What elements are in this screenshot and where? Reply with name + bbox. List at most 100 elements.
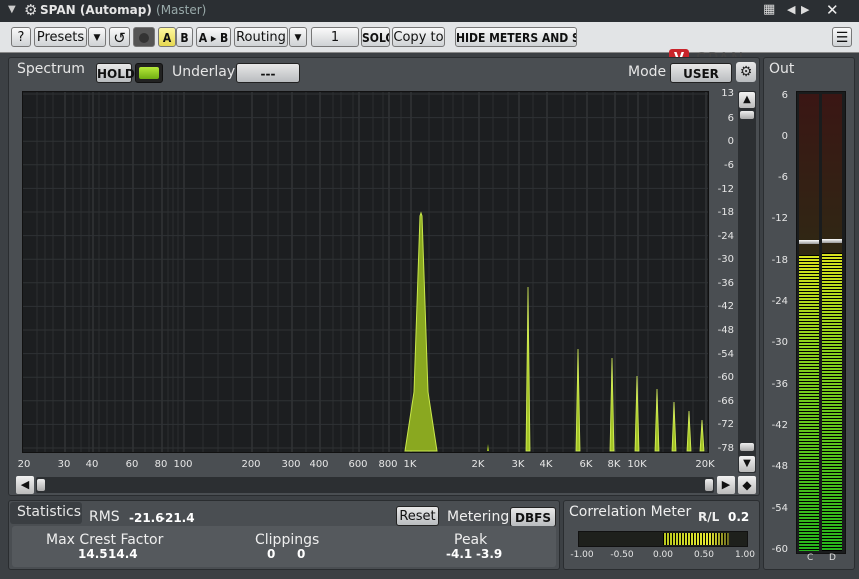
vertical-scrollbar[interactable]: ▲ ▼ (738, 91, 756, 473)
underlay-label: Underlay (172, 64, 236, 80)
horizontal-scroll-handle-right[interactable] (705, 479, 713, 491)
spectrum-peak-fundamental (404, 211, 438, 452)
grid-icon[interactable]: ▦ (763, 2, 775, 17)
out-tick-label: -18 (771, 255, 788, 266)
presets-dropdown[interactable]: ▼ (88, 27, 106, 47)
vertical-scroll-handle-bottom[interactable] (740, 443, 754, 451)
correlation-meter (578, 531, 748, 547)
out-channel-d: D (829, 553, 836, 563)
correlation-label: Correlation Meter (569, 504, 692, 520)
spectrum-settings-icon[interactable]: ⚙ (736, 62, 756, 82)
freq-tick-label: 2K (471, 459, 485, 470)
db-tick-label: 6 (727, 113, 734, 124)
correlation-tick-label: 0.50 (693, 550, 715, 560)
out-label: Out (769, 61, 795, 77)
window-title: SPAN (Automap) (Master) (40, 3, 206, 17)
underlay-selector[interactable]: --- (236, 63, 300, 83)
track-name: (Master) (156, 3, 207, 17)
close-icon[interactable]: ✕ (826, 1, 839, 19)
metering-selector[interactable]: DBFS (510, 507, 556, 527)
reset-button[interactable]: Reset (396, 506, 439, 526)
scroll-left-button[interactable]: ◀ (16, 476, 34, 494)
output-meter (796, 91, 846, 554)
db-tick-label: -36 (717, 278, 734, 289)
db-tick-label: -18 (717, 207, 734, 218)
freq-tick-label: 1K (403, 459, 417, 470)
correlation-fill (663, 533, 729, 545)
freq-tick-label: 100 (173, 459, 193, 470)
correlation-value: 0.2 (728, 510, 750, 524)
crest-factor-label: Max Crest Factor (46, 532, 164, 548)
db-tick-label: -48 (717, 325, 734, 336)
scroll-down-button[interactable]: ▼ (739, 456, 755, 472)
peak-left-value: -4.1 (446, 547, 473, 561)
mode-selector[interactable]: USER (670, 63, 732, 83)
spectrum-label: Spectrum (17, 61, 85, 77)
horizontal-scroll-handle-left[interactable] (37, 479, 45, 491)
db-tick-label: 0 (727, 136, 734, 147)
out-tick-label: -54 (771, 503, 788, 514)
clippings-label: Clippings (255, 532, 320, 548)
bypass-button[interactable] (133, 27, 155, 47)
freq-tick-label: 20 (17, 459, 31, 470)
hide-meters-button[interactable]: HIDE METERS AND STATS (455, 27, 577, 47)
channel-selector[interactable]: 1 (311, 27, 359, 47)
routing-button[interactable]: Routing (234, 27, 288, 47)
out-tick-label: -42 (771, 420, 788, 431)
scroll-up-button[interactable]: ▲ (739, 92, 755, 108)
horizontal-scrollbar[interactable] (36, 477, 714, 493)
b-button[interactable]: B (176, 27, 193, 47)
db-tick-label: -24 (717, 231, 734, 242)
db-tick-label: -42 (717, 301, 734, 312)
spectrum-graph[interactable] (22, 91, 709, 453)
db-tick-label: -78 (717, 443, 734, 454)
menu-icon[interactable]: ☰ (832, 27, 852, 47)
plugin-name: SPAN (Automap) (40, 3, 152, 17)
db-tick-label: -6 (724, 160, 734, 171)
out-tick-label: 6 (781, 90, 788, 101)
hold-indicator[interactable] (135, 63, 163, 83)
out-tick-label: -36 (771, 379, 788, 390)
prev-arrow-icon[interactable]: ◀ (787, 3, 795, 16)
scroll-right-button[interactable]: ▶ (717, 476, 735, 494)
peak-label: Peak (454, 532, 488, 548)
freq-tick-label: 60 (125, 459, 139, 470)
meter-peak-hold-left (799, 240, 819, 244)
gear-icon[interactable]: ⚙ (24, 1, 37, 19)
out-tick-label: -24 (771, 296, 788, 307)
a-button[interactable]: A (158, 27, 176, 47)
out-tick-label: 0 (781, 131, 788, 142)
correlation-mode[interactable]: R/L (698, 510, 719, 524)
routing-dropdown[interactable]: ▼ (289, 27, 307, 47)
hold-button[interactable]: HOLD (96, 63, 135, 83)
freq-tick-label: 600 (348, 459, 368, 470)
db-tick-label: -30 (717, 254, 734, 265)
freq-tick-label: 400 (309, 459, 329, 470)
reset-icon[interactable]: ↺ (109, 27, 130, 47)
vertical-scroll-handle-top[interactable] (740, 111, 754, 119)
out-tick-label: -48 (771, 461, 788, 472)
zoom-fit-button[interactable]: ◆ (738, 476, 756, 494)
freq-tick-label: 40 (85, 459, 99, 470)
next-arrow-icon[interactable]: ▶ (801, 3, 809, 16)
clip-right-value: 0 (297, 547, 306, 561)
meter-level-left (799, 255, 819, 551)
out-tick-label: -6 (778, 172, 788, 183)
statistics-label: Statistics (17, 504, 81, 520)
meter-level-right (822, 253, 842, 551)
spectrum-peak-15k (686, 410, 692, 452)
copy-to-button[interactable]: Copy to (392, 27, 445, 47)
freq-tick-label: 300 (281, 459, 301, 470)
a-to-b-button[interactable]: A ▸ B (196, 27, 231, 47)
spectrum-peak-3k (525, 286, 531, 452)
freq-tick-label: 200 (241, 459, 261, 470)
presets-button[interactable]: Presets (34, 27, 87, 47)
freq-tick-label: 20K (695, 459, 715, 470)
help-button[interactable]: ? (11, 27, 31, 47)
rms-right-value: -21.4 (160, 511, 195, 525)
clip-left-value: 0 (267, 547, 276, 561)
solo-button[interactable]: SOLO (361, 27, 390, 47)
peak-right-value: -3.9 (476, 547, 503, 561)
menu-arrow-icon[interactable]: ▼ (8, 4, 16, 15)
correlation-tick-label: -1.00 (570, 550, 594, 560)
